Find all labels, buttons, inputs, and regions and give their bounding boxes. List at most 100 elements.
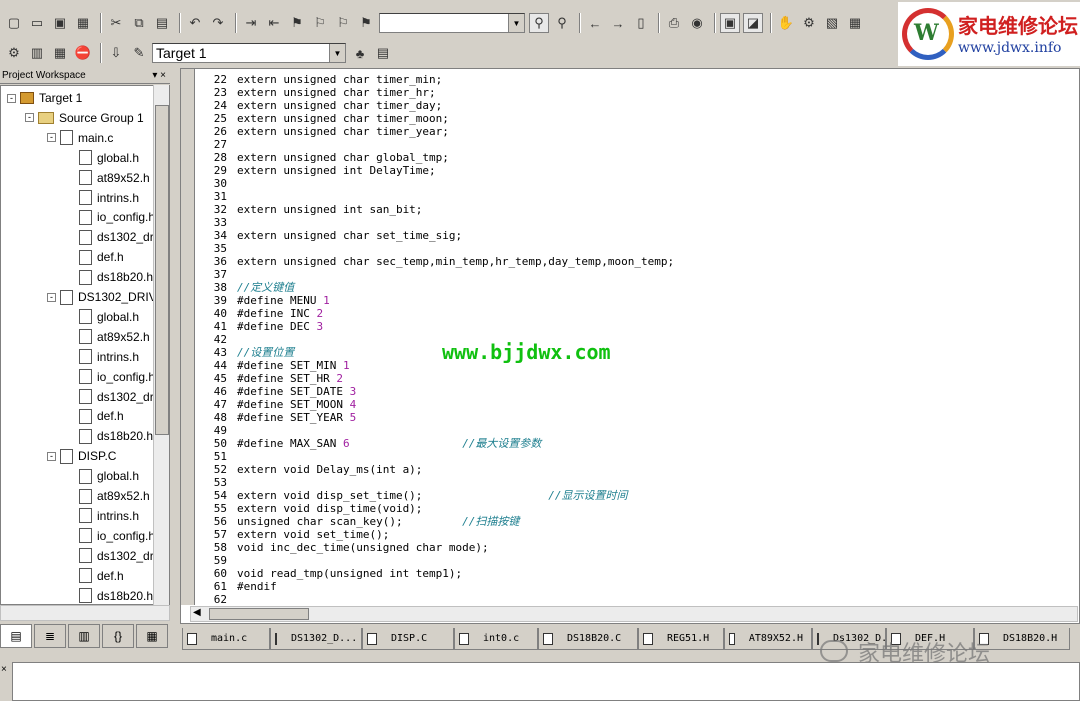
scroll-thumb[interactable] xyxy=(209,608,309,620)
tree-item-hfile[interactable]: def.h xyxy=(67,406,124,426)
file-tab[interactable]: DISP.C xyxy=(362,628,454,650)
target-select[interactable]: Target 1 ▼ xyxy=(152,43,346,63)
tree-item-hfile[interactable]: global.h xyxy=(67,148,139,168)
print-icon[interactable]: ⎙ xyxy=(664,13,684,33)
code-editor[interactable]: 22 extern unsigned char timer_min; 23 exter… xyxy=(180,68,1080,624)
back-icon[interactable]: ← xyxy=(585,13,605,33)
inspect-icon[interactable]: ◉ xyxy=(687,13,707,33)
save-icon[interactable]: ▣ xyxy=(50,13,70,33)
code-line: 27 xyxy=(199,138,1079,151)
templates-tab[interactable]: ▦ xyxy=(136,624,168,648)
tree-item-hfile[interactable]: ds18b20.h xyxy=(67,426,153,446)
file-tab[interactable]: main.c xyxy=(182,628,270,650)
file-tab[interactable]: DS1302_D... xyxy=(270,628,362,650)
forward-icon[interactable]: → xyxy=(608,13,628,33)
tree-horizontal-scrollbar[interactable] xyxy=(0,605,170,621)
editor-horizontal-scrollbar[interactable]: ◀ xyxy=(190,606,1078,622)
tree-item-hfile[interactable]: def.h xyxy=(67,247,124,267)
file-tab[interactable]: AT89X52.H xyxy=(724,628,812,650)
find-icon[interactable]: ⚲ xyxy=(529,13,549,33)
grid-icon[interactable]: ▦ xyxy=(845,13,865,33)
files-tab[interactable]: ▤ xyxy=(0,624,32,648)
tree-item-hfile[interactable]: global.h xyxy=(67,307,139,327)
tree-item-hfile[interactable]: intrins.h xyxy=(67,506,139,526)
open-icon[interactable]: ▭ xyxy=(27,13,47,33)
tree-item-hfile[interactable]: def.h xyxy=(67,566,124,586)
tree-item-hfile[interactable]: io_config.h xyxy=(67,207,155,227)
code-line: 51 xyxy=(199,450,1079,463)
bookmark-clear-icon[interactable]: ⚑ xyxy=(356,13,376,33)
collapse-icon[interactable]: - xyxy=(25,113,34,123)
tree-item-folder[interactable]: - Source Group 1 xyxy=(25,108,144,128)
paste-icon[interactable]: ▤ xyxy=(152,13,172,33)
functions-tab[interactable]: {} xyxy=(102,624,134,648)
unindent-icon[interactable]: ⇤ xyxy=(264,13,284,33)
tree-item-hfile[interactable]: global.h xyxy=(67,466,139,486)
collapse-icon[interactable]: - xyxy=(47,451,56,461)
collapse-icon[interactable]: - xyxy=(47,133,56,143)
books-tab[interactable]: ▥ xyxy=(68,624,100,648)
tree-item-hfile[interactable]: at89x52.h xyxy=(67,327,150,347)
tree-item-cfile[interactable]: - DISP.C xyxy=(47,446,116,466)
tree-item-hfile[interactable]: at89x52.h xyxy=(67,168,150,188)
tree-vertical-scrollbar[interactable] xyxy=(153,85,169,605)
batch-icon[interactable]: ▤ xyxy=(373,43,393,63)
bookmark-icon[interactable]: ⚑ xyxy=(287,13,307,33)
redo-icon[interactable]: ↷ xyxy=(208,13,228,33)
compile-icon[interactable]: ⚙ xyxy=(4,43,24,63)
regs-tab[interactable]: ≣ xyxy=(34,624,66,648)
tree-item-cfile[interactable]: - DS1302_DRIVE.C xyxy=(47,287,169,307)
code-number: 6 xyxy=(342,437,350,450)
code-text: #define DEC xyxy=(237,320,317,333)
rebuild-icon[interactable]: ▦ xyxy=(50,43,70,63)
bookmark-next-icon[interactable]: ⚐ xyxy=(333,13,353,33)
tree-item-cfile[interactable]: - main.c xyxy=(47,128,113,148)
bookmark-prev-icon[interactable]: ⚐ xyxy=(310,13,330,33)
collapse-icon[interactable]: - xyxy=(47,292,56,302)
find-in-files-icon[interactable]: ⚲ xyxy=(552,13,572,33)
window-icon[interactable]: ▣ xyxy=(720,13,740,33)
options-icon[interactable]: ✎ xyxy=(129,43,149,63)
terminal-icon[interactable]: ◪ xyxy=(743,13,763,33)
tools-icon[interactable]: ⚙ xyxy=(799,13,819,33)
code-line: 45 #define SET_HR 2 xyxy=(199,372,1079,385)
manage-icon[interactable]: ♣ xyxy=(350,43,370,63)
config-icon[interactable]: ▧ xyxy=(822,13,842,33)
find-combo[interactable]: ▼ xyxy=(379,13,525,33)
build-icon[interactable]: ▥ xyxy=(27,43,47,63)
tree-item-hfile[interactable]: at89x52.h xyxy=(67,486,150,506)
cut-icon[interactable]: ✂ xyxy=(106,13,126,33)
workspace-close-button[interactable]: ▾ × xyxy=(152,68,166,84)
output-close-icon[interactable]: × xyxy=(1,664,7,675)
copy-icon[interactable]: ⧉ xyxy=(129,13,149,33)
indent-icon[interactable]: ⇥ xyxy=(241,13,261,33)
output-window[interactable] xyxy=(12,662,1080,701)
tree-item-hfile[interactable]: io_config.h xyxy=(67,367,155,387)
file-tab[interactable]: DS18B20.C xyxy=(538,628,638,650)
scroll-thumb[interactable] xyxy=(155,105,169,435)
file-tab-label: DS1302_D... xyxy=(291,633,358,644)
file-icon xyxy=(187,632,197,645)
stop-build-icon[interactable]: ⛔ xyxy=(73,43,93,63)
save-all-icon[interactable]: ▦ xyxy=(73,13,93,33)
new-file-icon[interactable]: ▢ xyxy=(4,13,24,33)
scroll-left-icon[interactable]: ◀ xyxy=(193,607,201,618)
tree-item-hfile[interactable]: intrins.h xyxy=(67,347,139,367)
chevron-down-icon[interactable]: ▼ xyxy=(329,44,345,62)
undo-icon[interactable]: ↶ xyxy=(185,13,205,33)
tree-item-target[interactable]: - Target 1 xyxy=(7,88,82,108)
toolbar-separator xyxy=(579,13,581,33)
tree-item-hfile[interactable]: intrins.h xyxy=(67,188,139,208)
goto-icon[interactable]: ▯ xyxy=(631,13,651,33)
file-tab[interactable]: REG51.H xyxy=(638,628,724,650)
logo-text: 家电维修论坛 xyxy=(958,14,1078,38)
download-icon[interactable]: ⇩ xyxy=(106,43,126,63)
tree-item-hfile[interactable]: ds18b20.h xyxy=(67,586,153,605)
tree-item-hfile[interactable]: ds18b20.h xyxy=(67,267,153,287)
code-text: extern unsigned char sec_temp,min_temp,h… xyxy=(237,255,675,268)
hand-icon[interactable]: ✋ xyxy=(776,13,796,33)
collapse-icon[interactable]: - xyxy=(7,93,16,103)
file-tab[interactable]: int0.c xyxy=(454,628,538,650)
chevron-down-icon[interactable]: ▼ xyxy=(508,14,524,32)
tree-item-hfile[interactable]: io_config.h xyxy=(67,526,155,546)
